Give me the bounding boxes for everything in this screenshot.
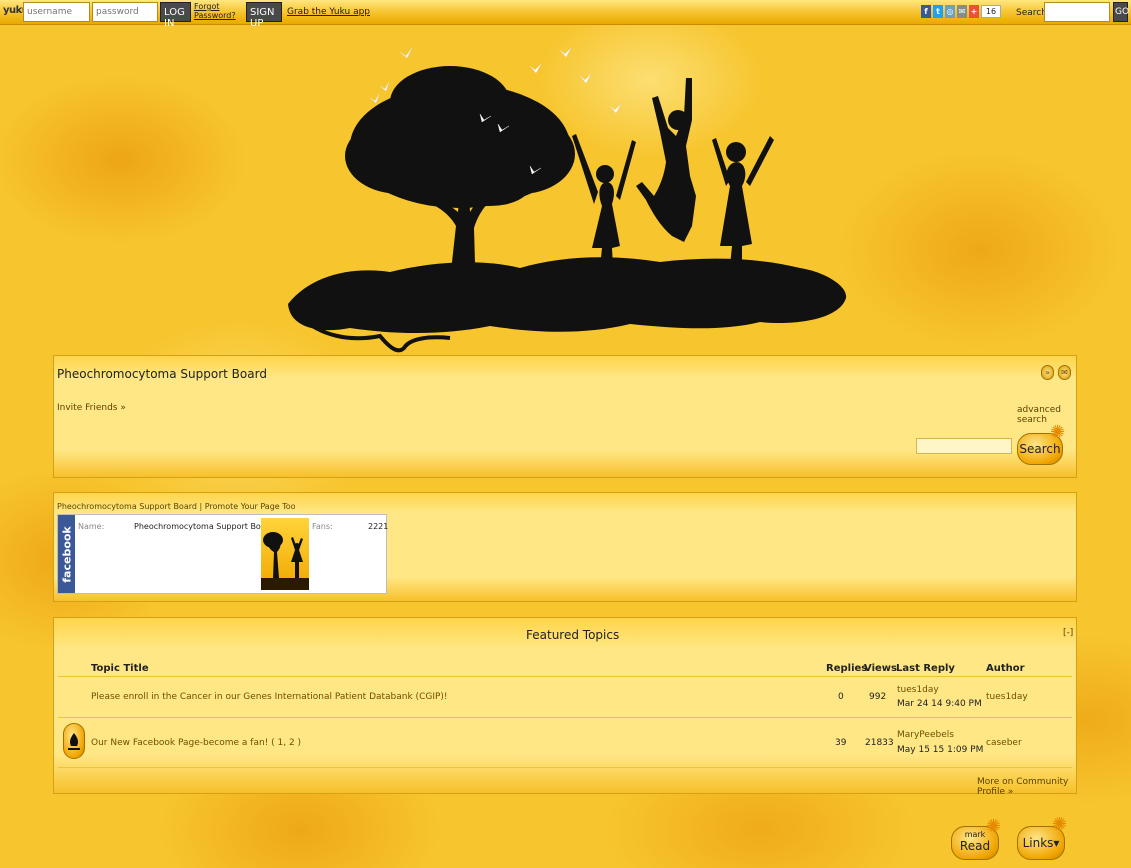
top-bar: yuku LOG IN Forgot Password? SIGN UP Gra…	[0, 0, 1131, 29]
featured-topics-panel: Featured Topics [-] Topic Title Replies …	[53, 617, 1077, 797]
advanced-search-link[interactable]: advanced search	[1017, 405, 1076, 425]
col-views[interactable]: Views	[864, 663, 897, 674]
col-topic-title[interactable]: Topic Title	[91, 663, 149, 674]
author-link[interactable]: caseber	[986, 738, 1022, 748]
featured-topics-title: Featured Topics	[526, 628, 620, 642]
share-count: 16	[981, 5, 1001, 18]
sun-burst-icon: ✺	[1050, 422, 1066, 443]
sun-burst-icon: ✺	[1052, 814, 1068, 835]
sun-burst-icon: ✺	[986, 816, 1002, 837]
board-title[interactable]: Pheochromocytoma Support Board	[57, 367, 267, 381]
facebook-icon[interactable]: f	[921, 5, 931, 18]
facebook-panel: Pheochromocytoma Support Board | Promote…	[53, 492, 1077, 602]
fb-fans-value: 2221	[368, 522, 389, 531]
replies-count: 0	[838, 692, 844, 702]
topic-link[interactable]: Please enroll in the Cancer in our Genes…	[91, 692, 448, 702]
facebook-strip-text: facebook	[60, 526, 74, 583]
table-row: Our New Facebook Page-become a fan! ( 1,…	[58, 718, 1072, 768]
email-icon[interactable]: ✉	[957, 5, 967, 18]
grab-app-link[interactable]: Grab the Yuku app	[287, 8, 370, 17]
table-row: Please enroll in the Cancer in our Genes…	[58, 676, 1072, 718]
email-subscribe-icon[interactable]: ✉	[1058, 365, 1071, 380]
forgot-line-2: Password?	[194, 11, 236, 20]
fb-name-value: Pheochromocytoma Support Board	[134, 522, 274, 531]
fb-fans-label: Fans:	[312, 522, 333, 531]
board-panel: Pheochromocytoma Support Board » ✉ Invit…	[53, 355, 1077, 478]
hot-topic-icon	[63, 723, 85, 759]
header-banner-image	[288, 47, 847, 353]
col-author[interactable]: Author	[986, 663, 1025, 674]
read-label: Read	[959, 839, 991, 853]
top-search-input[interactable]	[1044, 2, 1110, 22]
last-reply-date[interactable]: May 15 15 1:09 PM	[897, 745, 983, 755]
collapse-toggle[interactable]: [-]	[1063, 628, 1073, 638]
views-count: 21833	[865, 738, 894, 748]
views-count: 992	[869, 692, 887, 702]
facebook-fan-box[interactable]: facebook Name: Pheochromocytoma Support …	[57, 514, 389, 594]
go-button[interactable]: GO	[1113, 2, 1129, 22]
forgot-line-1: Forgot	[194, 2, 220, 11]
username-input[interactable]	[23, 2, 90, 22]
googleplus-icon[interactable]: +	[969, 5, 979, 18]
password-input[interactable]	[92, 2, 158, 22]
rss-feed-icon[interactable]: »	[1041, 365, 1054, 380]
invite-friends-link[interactable]: Invite Friends »	[57, 403, 126, 413]
author-link[interactable]: tues1day	[986, 692, 1028, 702]
forgot-password-link[interactable]: Forgot Password?	[194, 2, 236, 20]
board-search-input[interactable]	[916, 438, 1012, 454]
col-replies[interactable]: Replies	[826, 663, 867, 674]
last-reply-user[interactable]: MaryPeebels	[897, 730, 954, 740]
last-reply-date[interactable]: Mar 24 14 9:40 PM	[897, 699, 982, 709]
twitter-icon[interactable]: t	[933, 5, 943, 18]
more-community-profile-link[interactable]: More on Community Profile »	[977, 777, 1076, 797]
rss-icon[interactable]: ◎	[945, 5, 955, 18]
col-last-reply[interactable]: Last Reply	[896, 663, 955, 674]
login-button[interactable]: LOG IN	[160, 2, 191, 29]
replies-count: 39	[835, 738, 847, 748]
last-reply-user[interactable]: tues1day	[897, 685, 939, 695]
facebook-page-thumbnail	[261, 518, 309, 590]
facebook-logo: facebook	[58, 515, 75, 593]
topic-link[interactable]: Our New Facebook Page-become a fan! ( 1,…	[91, 738, 301, 748]
facebook-promo-link[interactable]: Pheochromocytoma Support Board | Promote…	[57, 502, 296, 511]
signup-button[interactable]: SIGN UP	[246, 2, 282, 29]
fb-name-label: Name:	[78, 522, 105, 531]
